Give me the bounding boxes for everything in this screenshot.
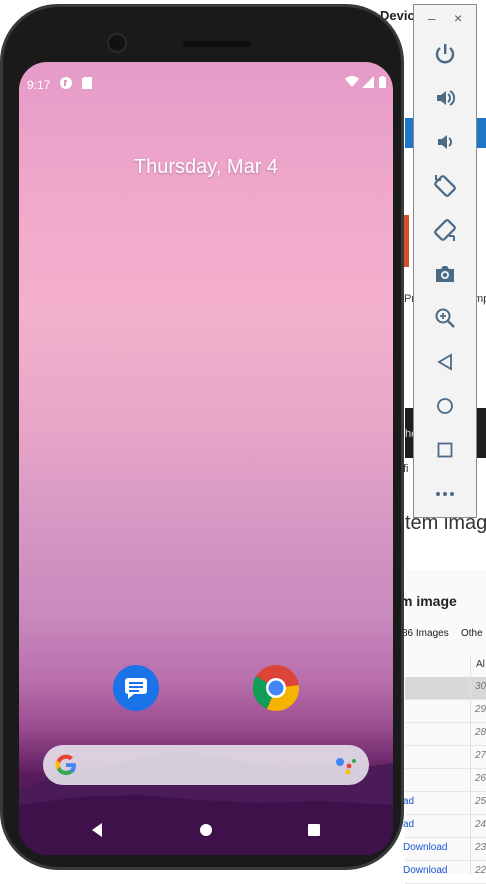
volume-up-button[interactable] bbox=[429, 82, 461, 114]
volume-up-icon bbox=[437, 90, 456, 106]
background-section-title: m image bbox=[400, 593, 457, 609]
background-table-row[interactable]: 28 bbox=[405, 723, 486, 746]
screenshot-button[interactable] bbox=[429, 258, 461, 290]
download-link[interactable]: Download bbox=[403, 865, 447, 876]
more-button[interactable] bbox=[429, 478, 461, 510]
download-link[interactable]: ad bbox=[403, 796, 414, 807]
toolbar-back-button[interactable] bbox=[429, 346, 461, 378]
rotate-right-button[interactable] bbox=[429, 214, 461, 246]
signal-icon bbox=[362, 76, 374, 91]
background-table: 30 29 28 27 26 ad 25 ad 24 Download 23 Download 22 bbox=[403, 655, 486, 884]
row-number: 24 bbox=[475, 819, 486, 830]
toolbar-title-bar: – × bbox=[414, 9, 476, 29]
phone-frame: 9:17 Thursday, Mar 4 bbox=[0, 4, 404, 870]
row-number: 23 bbox=[475, 842, 486, 853]
background-tab-other[interactable]: Othe bbox=[461, 628, 483, 639]
sd-card-icon bbox=[81, 76, 93, 93]
nav-back-button[interactable] bbox=[90, 822, 104, 843]
row-number: 22 bbox=[475, 865, 486, 876]
google-search-bar[interactable] bbox=[43, 745, 369, 785]
row-number: 30 bbox=[475, 681, 486, 692]
nav-overview-button[interactable] bbox=[307, 823, 321, 842]
download-link[interactable]: Download bbox=[403, 842, 447, 853]
row-number: 29 bbox=[475, 704, 486, 715]
background-table-row[interactable]: 27 bbox=[405, 746, 486, 769]
toolbar-home-button[interactable] bbox=[429, 390, 461, 422]
volume-down-icon bbox=[438, 135, 452, 149]
home-icon bbox=[200, 824, 212, 836]
background-table-row[interactable]: ad 25 bbox=[403, 792, 486, 815]
more-icon bbox=[436, 492, 454, 496]
row-number: 28 bbox=[475, 727, 486, 738]
status-time: 9:17 bbox=[27, 78, 51, 92]
background-table-row[interactable]: Download 22 bbox=[403, 861, 486, 884]
background-column-divider bbox=[470, 655, 471, 874]
row-number: 26 bbox=[475, 773, 486, 784]
messages-icon bbox=[125, 678, 147, 699]
wifi-icon bbox=[345, 76, 359, 91]
zoom-icon bbox=[435, 308, 455, 328]
power-icon bbox=[435, 44, 455, 64]
camera-icon bbox=[436, 266, 454, 282]
row-number: 27 bbox=[475, 750, 486, 761]
battery-icon bbox=[379, 76, 386, 91]
close-button[interactable]: × bbox=[454, 10, 462, 26]
power-button[interactable] bbox=[429, 38, 461, 70]
overview-icon bbox=[308, 824, 320, 836]
back-icon bbox=[437, 353, 452, 371]
volume-down-button[interactable] bbox=[429, 126, 461, 158]
row-number: 25 bbox=[475, 796, 486, 807]
zoom-button[interactable] bbox=[429, 302, 461, 334]
home-screen: 9:17 Thursday, Mar 4 bbox=[19, 62, 393, 855]
download-link[interactable]: ad bbox=[403, 819, 414, 830]
earpiece-speaker bbox=[183, 41, 251, 47]
emulator-toolbar: – × bbox=[413, 4, 477, 518]
navigation-bar bbox=[19, 814, 393, 850]
front-camera bbox=[107, 33, 127, 53]
rotate-right-icon bbox=[434, 219, 456, 241]
google-g-icon bbox=[55, 754, 77, 781]
chrome-icon bbox=[252, 665, 300, 711]
rotate-left-icon bbox=[434, 175, 456, 197]
rotate-left-button[interactable] bbox=[429, 170, 461, 202]
background-table-row[interactable]: 26 bbox=[405, 769, 486, 792]
background-table-row[interactable]: 30 bbox=[405, 677, 486, 700]
minimize-button[interactable]: – bbox=[428, 11, 435, 26]
assistant-icon[interactable] bbox=[335, 755, 357, 780]
chrome-app-icon[interactable] bbox=[252, 665, 300, 711]
lock-date[interactable]: Thursday, Mar 4 bbox=[19, 156, 393, 179]
overview-icon bbox=[437, 442, 453, 458]
nav-home-button[interactable] bbox=[199, 823, 213, 842]
status-bar: 9:17 bbox=[19, 62, 393, 93]
notification-icon bbox=[59, 76, 73, 93]
background-table-row[interactable]: Download 23 bbox=[403, 838, 486, 861]
messages-app-icon[interactable] bbox=[113, 665, 159, 711]
back-icon bbox=[92, 823, 102, 837]
toolbar-overview-button[interactable] bbox=[429, 434, 461, 466]
background-table-row[interactable]: ad 24 bbox=[403, 815, 486, 838]
background-table-row[interactable]: 29 bbox=[405, 700, 486, 723]
background-image-count: 86 Images bbox=[402, 628, 449, 639]
home-icon bbox=[437, 398, 453, 414]
